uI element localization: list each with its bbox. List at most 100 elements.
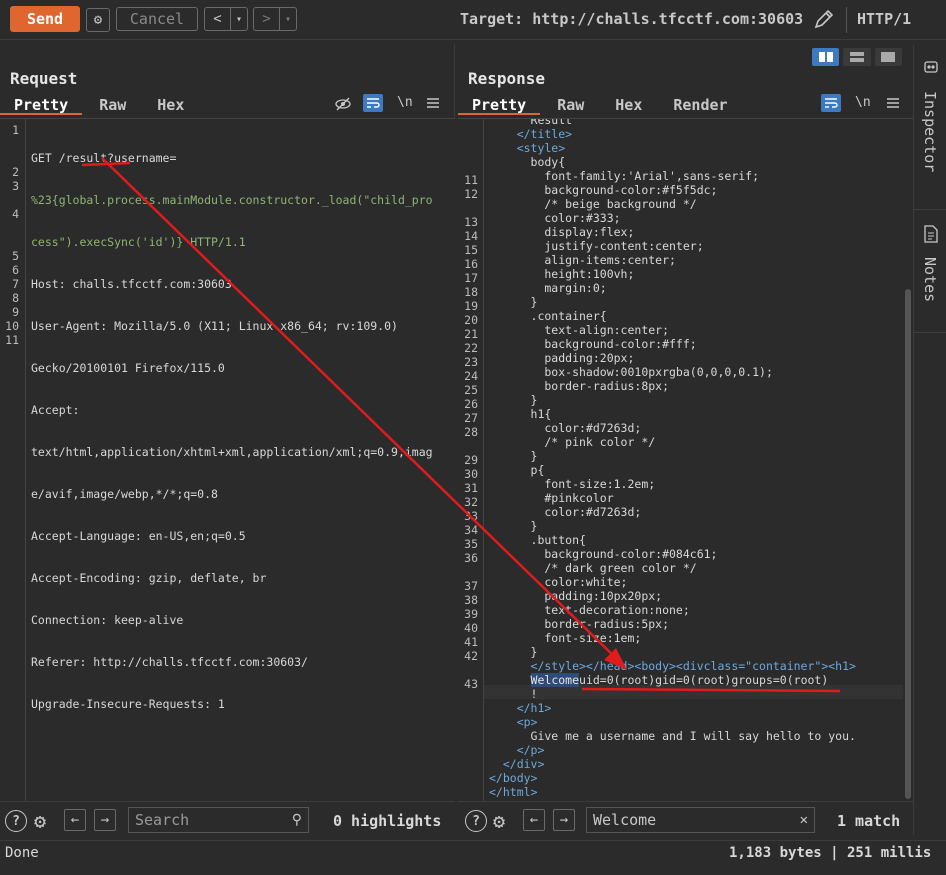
scrollbar-thumb[interactable] xyxy=(905,289,911,799)
response-scrollbar[interactable] xyxy=(903,119,913,801)
request-gutter: 1 2 3 4 5 6 7 8 9 10 11 xyxy=(0,119,26,801)
line-number: 17 xyxy=(464,271,478,285)
code-line: <p> xyxy=(489,715,538,729)
wrap-lines-icon[interactable] xyxy=(363,94,383,112)
code-line: ! xyxy=(489,687,538,701)
response-search-input[interactable]: Welcome ✕ xyxy=(586,807,815,833)
side-by-side-layout-icon[interactable] xyxy=(812,48,840,66)
tabbed-layout-icon[interactable] xyxy=(874,48,902,66)
cancel-button[interactable]: Cancel xyxy=(116,7,198,31)
line-number: 7 xyxy=(12,277,19,291)
next-match-icon[interactable]: → xyxy=(94,809,116,831)
search-placeholder: Search xyxy=(135,811,190,829)
request-tabs: Pretty Raw Hex xyxy=(0,95,198,115)
line-number: 22 xyxy=(464,341,478,355)
notes-panel-tab[interactable]: Notes xyxy=(914,211,946,333)
menu-icon[interactable] xyxy=(886,95,900,109)
code-line: color:white; xyxy=(489,575,628,589)
code-line: Give me a username and I will say hello … xyxy=(489,729,856,743)
line-number: 3 xyxy=(12,179,19,193)
clear-search-icon[interactable]: ✕ xyxy=(800,812,808,828)
code-line: border-radius:5px; xyxy=(489,617,670,631)
tab-hex[interactable]: Hex xyxy=(143,95,198,115)
request-code: GET /result?username= %23{global.process… xyxy=(31,123,433,739)
code-line: </p> xyxy=(489,743,545,757)
edit-pencil-icon[interactable] xyxy=(812,7,836,31)
code-line: Connection: keep-alive xyxy=(31,613,184,627)
search-settings-gear-icon[interactable]: ⚙ xyxy=(493,809,505,833)
code-line: <style> xyxy=(489,141,566,155)
wrap-lines-icon[interactable] xyxy=(821,94,841,112)
code-line: display:flex; xyxy=(489,225,635,239)
notes-icon xyxy=(923,225,939,243)
request-title: Request xyxy=(10,69,78,88)
code-line: font-family:'Arial',sans-serif; xyxy=(489,169,760,183)
previous-match-icon[interactable]: ← xyxy=(523,809,545,831)
forward-arrow-icon[interactable]: > xyxy=(254,8,280,30)
forward-dropdown-icon[interactable]: ▾ xyxy=(280,8,296,30)
search-settings-gear-icon[interactable]: ⚙ xyxy=(34,809,46,833)
code-line: /* beige background */ xyxy=(489,197,697,211)
settings-gear-icon[interactable]: ⚙ xyxy=(86,8,110,32)
code-line: color:#d7263d; xyxy=(489,505,642,519)
code-line: </title> xyxy=(489,127,573,141)
code-line: #pinkcolor xyxy=(489,491,614,505)
inspector-label: Inspector xyxy=(921,91,939,173)
forward-nav-group[interactable]: > ▾ xyxy=(253,7,297,31)
previous-match-icon[interactable]: ← xyxy=(64,809,86,831)
code-line: Result xyxy=(489,118,573,127)
code-line: e/avif,image/webp,*/*;q=0.8 xyxy=(31,487,218,501)
line-number: 9 xyxy=(12,305,19,319)
line-number: 2 xyxy=(12,165,19,179)
code-line: p{ xyxy=(489,463,545,477)
stacked-layout-icon[interactable] xyxy=(843,48,871,66)
back-dropdown-icon[interactable]: ▾ xyxy=(231,8,247,30)
line-number: 18 xyxy=(464,285,478,299)
line-number: 40 xyxy=(464,621,478,635)
line-number: 14 xyxy=(464,229,478,243)
back-nav-group[interactable]: < ▾ xyxy=(204,7,248,31)
line-number: 16 xyxy=(464,257,478,271)
send-button[interactable]: Send xyxy=(10,6,80,32)
menu-icon[interactable] xyxy=(426,95,440,109)
response-editor[interactable]: 11 12 13 14 15 16 17 18 19 20 21 22 23 24 25 26 27 28 29 30… xyxy=(458,118,913,801)
tab-raw[interactable]: Raw xyxy=(543,95,598,115)
target-label: Target: http://challs.tfcctf.com:30603 xyxy=(460,10,804,28)
tab-render[interactable]: Render xyxy=(659,95,741,115)
tab-pretty[interactable]: Pretty xyxy=(458,95,541,115)
code-line: </html> xyxy=(489,785,538,799)
code-line: </h1> xyxy=(489,701,552,715)
line-number: 34 xyxy=(464,523,478,537)
help-icon[interactable]: ? xyxy=(5,810,27,832)
status-text: Done xyxy=(5,845,39,861)
tab-raw[interactable]: Raw xyxy=(85,95,140,115)
line-number: 32 xyxy=(464,495,478,509)
code-line: </style></head><body><divclass="containe… xyxy=(489,659,856,673)
code-line: color:#333; xyxy=(489,211,621,225)
http-version-label[interactable]: HTTP/1 xyxy=(857,10,911,28)
code-line: .button{ xyxy=(489,533,586,547)
code-line: align-items:center; xyxy=(489,253,676,267)
inspector-icon xyxy=(923,59,939,75)
code-line: box-shadow:0010pxrgba(0,0,0,0.1); xyxy=(489,365,773,379)
code-line: } xyxy=(489,449,538,463)
request-editor[interactable]: 1 2 3 4 5 6 7 8 9 10 11 GET /result?user… xyxy=(0,118,455,801)
help-icon[interactable]: ? xyxy=(465,810,487,832)
right-sidebar: Inspector Notes xyxy=(913,45,946,835)
hide-eye-icon[interactable] xyxy=(334,95,352,113)
response-stats: 1,183 bytes | 251 millis xyxy=(729,845,932,861)
line-number: 30 xyxy=(464,467,478,481)
line-number: 29 xyxy=(464,453,478,467)
line-number: 10 xyxy=(5,319,19,333)
next-match-icon[interactable]: → xyxy=(553,809,575,831)
back-arrow-icon[interactable]: < xyxy=(205,8,231,30)
newline-toggle-icon[interactable]: \n xyxy=(397,95,413,110)
tab-pretty[interactable]: Pretty xyxy=(0,95,83,115)
code-line: /* pink color */ xyxy=(489,435,656,449)
tab-hex[interactable]: Hex xyxy=(601,95,656,115)
code-line: text-decoration:none; xyxy=(489,603,690,617)
inspector-panel-tab[interactable]: Inspector xyxy=(914,45,946,210)
request-search-input[interactable]: Search ⚲ xyxy=(128,807,309,833)
newline-toggle-icon[interactable]: \n xyxy=(855,95,871,110)
code-line: Host: challs.tfcctf.com:30603 xyxy=(31,277,232,291)
